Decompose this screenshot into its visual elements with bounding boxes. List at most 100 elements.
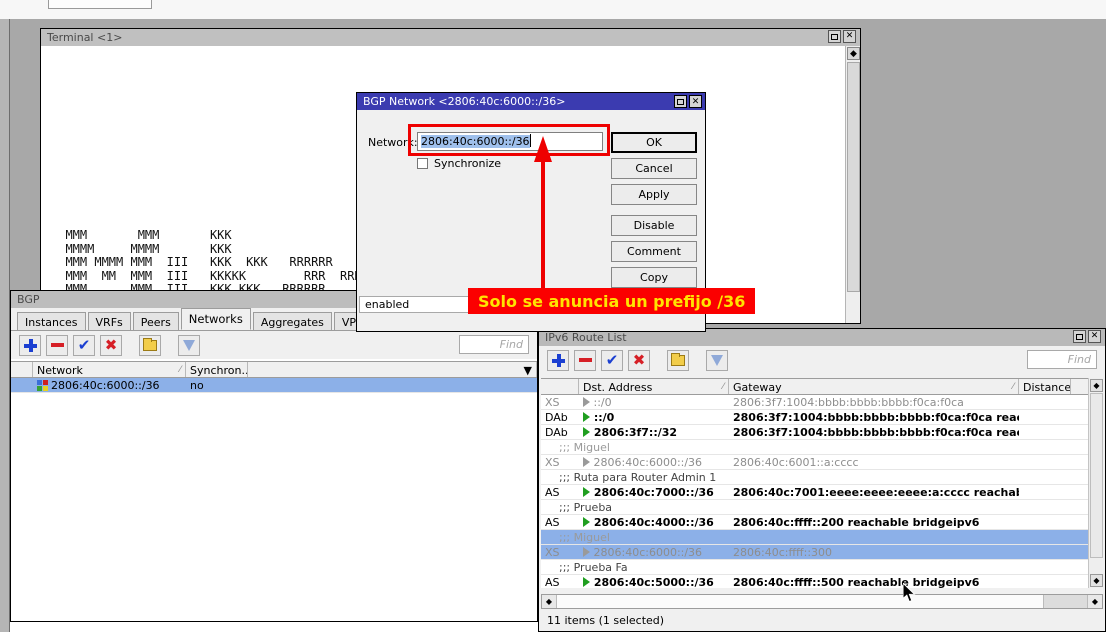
col-gateway[interactable]: Gateway⁄ [729,379,1019,394]
scroll-left-arrow-icon[interactable]: ◆ [542,595,557,608]
route-flags: DAb [541,425,579,439]
route-gateway: 2806:3f7:1004:bbbb:bbbb:bbbb:f0ca:f0ca [729,395,1019,409]
hscroll-thumb[interactable] [1043,595,1087,608]
route-dst-address: ::/0 [579,410,729,424]
cancel-button[interactable]: Cancel [611,158,697,179]
bgp-find-input[interactable]: Find [459,335,529,354]
route-distance [1019,455,1071,469]
route-comment: ;;; Ruta para Router Admin 1 [541,470,1089,484]
tab-vrfs[interactable]: VRFs [88,312,131,330]
sort-asc-icon: ⁄ [722,380,724,394]
chevron-down-icon[interactable]: ▼ [524,363,532,377]
annotation-highlight-box [408,124,610,156]
filter-icon [711,355,723,366]
table-row[interactable]: AS 2806:40c:4000::/362806:40c:ffff::200 … [541,515,1089,530]
table-row[interactable]: AS 2806:40c:7000::/362806:40c:7001:eeee:… [541,485,1089,500]
comment-row[interactable]: ;;; Ruta para Router Admin 1 [541,470,1089,485]
ipv6-table-body[interactable]: XS ::/02806:3f7:1004:bbbb:bbbb:bbbb:f0ca… [541,395,1089,588]
mouse-cursor-icon [903,583,917,604]
maximize-icon[interactable] [674,95,687,108]
table-row[interactable]: AS 2806:40c:5000::/362806:40c:ffff::500 … [541,575,1089,588]
filter-icon [183,340,195,351]
hscroll-track[interactable] [557,595,1043,608]
table-row[interactable]: DAb 2806:3f7::/322806:3f7:1004:bbbb:bbbb… [541,425,1089,440]
maximize-icon[interactable] [828,30,841,43]
route-flags: AS [541,515,579,529]
disable-button[interactable]: Disable [611,215,697,236]
apply-button[interactable]: Apply [611,184,697,205]
tab-aggregates[interactable]: Aggregates [253,312,332,330]
route-active-arrow-icon [583,427,590,437]
col-flags[interactable] [11,362,33,377]
maximize-icon[interactable] [1073,330,1086,343]
ipv6-routes-table[interactable]: Dst. Address⁄ Gateway⁄ Distance XS ::/02… [541,378,1089,588]
route-distance [1019,410,1071,424]
col-synchronize[interactable]: Synchron... [186,362,248,377]
tab-peers[interactable]: Peers [133,312,179,330]
annotation-arrow-icon [532,136,554,296]
ipv6-toolbar[interactable]: ✔ ✖ Find [539,346,1105,374]
add-button[interactable] [547,350,569,371]
col-dst-address[interactable]: Dst. Address⁄ [579,379,729,394]
ipv6-find-input[interactable]: Find [1027,350,1097,369]
row-synchronize: no [186,378,248,392]
comment-button[interactable]: Comment [611,241,697,262]
comment-button[interactable] [139,335,161,356]
ipv6-vertical-scrollbar[interactable]: ◆ ◆ [1088,378,1103,588]
tab-instances[interactable]: Instances [17,312,86,330]
synchronize-label: Synchronize [434,157,501,170]
ipv6-route-list-window[interactable]: IPv6 Route List ✕ ✔ ✖ Find Dst. Address⁄… [538,328,1106,632]
comment-row[interactable]: ;;; Prueba Fa [541,560,1089,575]
scroll-down-arrow-icon[interactable]: ◆ [1090,574,1103,587]
route-distance [1019,425,1071,439]
route-comment: ;;; Prueba [541,500,1089,514]
table-row[interactable]: 2806:40c:6000::/36 no [11,378,537,393]
scroll-right-arrow-icon[interactable]: ◆ [1087,595,1102,608]
bgp-window[interactable]: BGP Instances VRFs Peers Networks Aggreg… [10,290,538,622]
bgp-toolbar[interactable]: ✔ ✖ Find [11,331,537,359]
comment-row[interactable]: ;;; Miguel [541,530,1089,545]
ok-button[interactable]: OK [611,132,697,153]
add-button[interactable] [19,335,41,356]
ipv6-window-buttons[interactable]: ✕ [1073,330,1101,343]
terminal-vertical-scrollbar[interactable]: ◆ [845,46,860,323]
remove-button[interactable] [574,350,596,371]
comment-row[interactable]: ;;; Prueba [541,500,1089,515]
close-icon[interactable]: ✕ [843,30,856,43]
route-dst-address: 2806:3f7::/32 [579,425,729,439]
col-distance[interactable]: Distance [1019,379,1071,394]
terminal-window-buttons[interactable]: ✕ [828,30,856,43]
table-row[interactable]: XS 2806:40c:6000::/362806:40c:6001::a:cc… [541,455,1089,470]
filter-button[interactable] [178,335,200,356]
synchronize-checkbox[interactable] [417,158,428,169]
comment-button[interactable] [667,350,689,371]
close-icon[interactable]: ✕ [689,95,702,108]
ipv6-title: IPv6 Route List [545,331,1073,344]
table-row[interactable]: DAb ::/02806:3f7:1004:bbbb:bbbb:bbbb:f0c… [541,410,1089,425]
bgp-networks-table[interactable]: Network⁄ Synchron... ▼ 2806:40c:6000::/3… [11,361,537,393]
copy-button[interactable]: Copy [611,267,697,288]
col-network[interactable]: Network⁄ [33,362,186,377]
col-flags[interactable] [541,379,579,394]
table-row[interactable]: XS 2806:40c:6000::/362806:40c:ffff::300 [541,545,1089,560]
comment-row[interactable]: ;;; Miguel [541,440,1089,455]
remove-button[interactable] [46,335,68,356]
disable-button[interactable]: ✖ [628,350,650,371]
table-row[interactable]: XS ::/02806:3f7:1004:bbbb:bbbb:bbbb:f0ca… [541,395,1089,410]
terminal-titlebar[interactable]: Terminal <1> ✕ [41,29,860,46]
synchronize-row[interactable]: Synchronize [417,157,501,170]
scroll-up-arrow-icon[interactable]: ◆ [847,47,860,60]
enable-button[interactable]: ✔ [73,335,95,356]
close-icon[interactable]: ✕ [1088,330,1101,343]
tab-networks[interactable]: Networks [181,308,251,330]
ipv6-horizontal-scrollbar[interactable]: ◆ ◆ [541,594,1103,609]
scroll-up-arrow-icon[interactable]: ◆ [1090,379,1103,392]
scrollbar-thumb[interactable] [847,62,860,292]
ipv6-status-bar: 11 items (1 selected) [541,611,1103,629]
enable-button[interactable]: ✔ [601,350,623,371]
dialog-titlebar[interactable]: BGP Network <2806:40c:6000::/36> ✕ [357,93,705,110]
route-gateway: 2806:3f7:1004:bbbb:bbbb:bbbb:f0ca:f0ca r… [729,410,1019,424]
scrollbar-thumb[interactable] [1090,393,1103,558]
filter-button[interactable] [706,350,728,371]
disable-button[interactable]: ✖ [100,335,122,356]
